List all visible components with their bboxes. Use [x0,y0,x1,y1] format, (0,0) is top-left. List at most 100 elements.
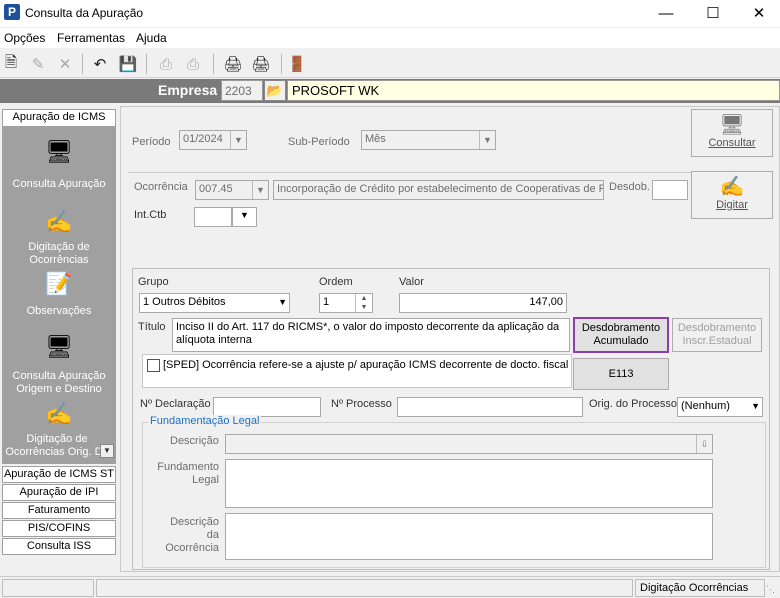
save-icon[interactable]: 💾 [117,53,139,75]
desdobramento-acumulado-button[interactable]: Desdobramento Acumulado [573,317,669,353]
fundamento-legal-label: Fundamento Legal [157,461,219,486]
sped-checkbox-label: [SPED] Ocorrência refere-se a ajuste p/ … [163,359,570,371]
monitor-icon[interactable]: 🖥 [43,137,75,167]
exit-icon[interactable]: 🚪 [286,53,308,75]
sidebar-apuracao-ipi[interactable]: Apuração de IPI [2,484,116,501]
report-icon[interactable]: 🖨 [222,53,244,75]
print-preview-icon[interactable]: ⎙ [182,53,204,75]
e113-button[interactable]: E113 [573,358,669,390]
sidebar-item-digitacao-orig-dest[interactable]: Digitação de Ocorrências Orig. De [5,433,109,459]
valor-field[interactable]: 147,00 [399,293,567,313]
minimize-button[interactable]: — [643,0,689,26]
desdob-field[interactable] [652,180,688,200]
stepper-arrows-icon[interactable]: ▲ ▼ [355,294,372,312]
titulo-label: Título [138,321,166,333]
sidebar-pis-cofins[interactable]: PIS/COFINS [2,520,116,537]
toolbar-separator [146,54,147,74]
window-title: Consulta da Apuração [25,6,144,20]
valor-label: Valor [399,276,424,288]
sidebar-apuracao-icms-st[interactable]: Apuração de ICMS ST [2,466,116,483]
chevron-down-icon: ▼ [479,131,495,149]
menu-ferramentas[interactable]: Ferramentas [57,31,125,45]
fundamentacao-legend: Fundamentação Legal [148,415,262,427]
grupo-select[interactable]: 1 Outros Débitos ▼ [139,293,290,313]
undo-icon[interactable]: ↶ [89,53,111,75]
folder-open-icon[interactable]: 📂 [264,80,286,101]
sidebar-item-consulta-apuracao[interactable]: Consulta Apuração [9,178,109,191]
sidebar-item-observacoes[interactable]: Observações [9,305,109,318]
ocorrencia-label: Ocorrência [134,181,188,193]
descricao-select[interactable]: ⇩ [225,434,713,454]
toolbar-separator [281,54,282,74]
empresa-code-field[interactable]: 2203 [221,80,263,101]
sped-checkbox[interactable] [147,359,160,372]
difal-report-icon[interactable]: 🖨 [250,53,272,75]
desdobramento-inscr-estadual-button[interactable]: Desdobramento Inscr.Estadual [672,318,762,352]
fundamento-legal-field[interactable] [225,459,713,508]
ocorrencia-code: 007.45 [199,183,233,195]
toolbar-separator [82,54,83,74]
nprocesso-field[interactable] [397,397,583,417]
ocorrencia-select[interactable]: 007.45 ▼ [195,180,269,200]
desdob-label: Desdob. [609,181,650,193]
periodo-value: 01/2024 [183,133,223,145]
chevron-down-icon: ▼ [230,131,246,149]
edit-icon[interactable]: ✎ [27,53,49,75]
subperiodo-select[interactable]: Mês ▼ [361,130,496,150]
menu-ajuda[interactable]: Ajuda [136,31,167,45]
digitar-label: Digitar [716,199,748,211]
difal-edit-icon[interactable]: ✍ [43,399,75,429]
sidebar-item-digitacao-ocorrencias[interactable]: Digitação de Ocorrências [9,241,109,267]
hand-edit-icon[interactable]: ✍ [43,207,75,237]
sidebar-item-consulta-origem-destino[interactable]: Consulta Apuração Origem e Destino [9,370,109,396]
monitor-icon: 🖥 [719,114,745,136]
app-icon: P [4,4,20,20]
delete-icon[interactable]: ✕ [54,53,76,75]
descricao-label: Descrição [170,435,219,447]
descricao-ocorrencia-field[interactable] [225,513,713,560]
ordem-label: Ordem [319,276,353,288]
grupo-label: Grupo [138,276,169,288]
subperiodo-value: Mês [365,133,386,145]
digitar-button[interactable]: ✍ Digitar [691,171,773,219]
ordem-stepper[interactable]: 1 ▲ ▼ [319,293,373,313]
maximize-button[interactable]: ☐ [690,0,736,26]
notepad-icon[interactable]: 📝 [43,269,75,299]
ordem-value: 1 [323,296,330,308]
divider [128,172,770,173]
origprocesso-select[interactable]: (Nenhum) ▼ [677,397,763,417]
status-cell [96,579,633,597]
hand-edit-icon: ✍ [719,176,745,198]
periodo-select[interactable]: 01/2024 ▼ [179,130,247,150]
sidebar-faturamento[interactable]: Faturamento [2,502,116,519]
origprocesso-value: (Nenhum) [681,400,730,412]
empresa-name-field: PROSOFT WK [287,80,780,101]
ocorrencia-description: Incorporação de Crédito por estabelecime… [273,180,604,200]
resize-grip-icon[interactable]: ⋱ [766,584,775,595]
status-right-text: Digitação Ocorrências [635,579,765,597]
empresa-label: Empresa [158,82,218,98]
scroll-down-icon[interactable]: ▼ [100,444,114,458]
menu-opcoes[interactable]: Opções [4,31,45,45]
intctb-dropdown-icon[interactable]: ▼ [232,207,257,227]
intctb-field[interactable] [194,207,232,227]
consultar-label: Consultar [708,137,756,149]
close-window-button[interactable]: ✕ [736,0,780,26]
print-icon[interactable]: ⎙ [155,53,177,75]
status-cell [2,579,94,597]
new-icon[interactable]: 🗎 [0,53,22,75]
periodo-label: Período [132,136,171,148]
descricao-ocorrencia-label: Descrição da Ocorrência [165,516,219,554]
consultar-button[interactable]: 🖥 Consultar [691,109,773,157]
titulo-field[interactable]: Inciso II do Art. 117 do RICMS*, o valor… [172,318,570,352]
sidebar-consulta-iss[interactable]: Consulta ISS [2,538,116,555]
nprocesso-label: Nº Processo [331,398,392,410]
ndeclaracao-field[interactable] [213,397,321,417]
origprocesso-label: Orig. do Processo [589,398,678,410]
chevron-down-icon: ▼ [751,401,760,411]
dropdown-icon: ⇩ [696,435,712,453]
sidebar-apuracao-icms[interactable]: Apuração de ICMS [2,109,116,127]
grupo-value: 1 Outros Débitos [143,296,226,308]
chevron-down-icon: ▼ [252,181,268,199]
difal-monitor-icon[interactable]: 🖥 [43,332,75,362]
